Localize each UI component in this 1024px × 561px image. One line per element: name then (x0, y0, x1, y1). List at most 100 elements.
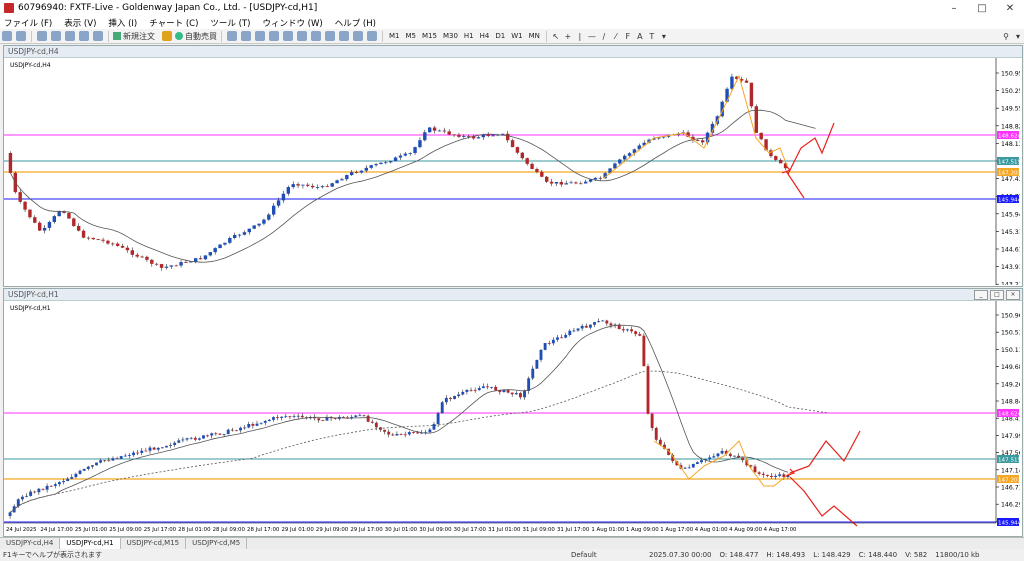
line-chart-icon[interactable] (255, 31, 265, 41)
auto-trading-label: 自動売買 (185, 31, 217, 41)
minimize-icon[interactable]: – (940, 0, 968, 16)
market-watch-icon[interactable] (37, 31, 47, 41)
menu-tools[interactable]: ツール (T) (210, 17, 250, 29)
candle-body (638, 334, 642, 336)
candle-body (423, 132, 427, 141)
candle-body (96, 239, 100, 241)
text-icon[interactable]: A (635, 31, 645, 42)
terminal-icon[interactable] (79, 31, 89, 41)
trendline-icon[interactable]: ∕ (599, 31, 609, 42)
candle-body (549, 181, 554, 184)
status-low: L: 148.429 (813, 551, 851, 559)
arrows-icon[interactable]: ▾ (659, 31, 669, 42)
horizontal-line-icon[interactable]: — (587, 31, 597, 42)
candle-body (272, 417, 275, 420)
auto-scroll-icon[interactable] (311, 31, 321, 41)
indicators-icon[interactable] (339, 31, 349, 41)
search-icon[interactable]: ⚲ (1001, 31, 1011, 42)
periods-icon[interactable] (353, 31, 363, 41)
menu-view[interactable]: 表示 (V) (64, 17, 96, 29)
zoom-in-icon[interactable] (269, 31, 279, 41)
channel-icon[interactable]: ⁄ (611, 31, 621, 42)
timeframe-h1[interactable]: H1 (461, 32, 477, 40)
candle-body (403, 153, 408, 156)
menu-help[interactable]: ヘルプ (H) (335, 17, 376, 29)
candle-body (210, 433, 214, 436)
candle-body (708, 457, 712, 460)
new-chart-icon[interactable] (2, 31, 12, 41)
cursor-icon[interactable]: ↖ (551, 31, 561, 42)
menu-window[interactable]: ウィンドウ (W) (262, 17, 322, 29)
chart-symbol-label: USDJPY-cd,H1 (10, 305, 51, 312)
price-tick-label: 147.990 (1001, 433, 1020, 440)
timeframe-m15[interactable]: M15 (419, 32, 440, 40)
usdjpy-h4-chart[interactable]: 150.950 150.250 149.550 148.820 148.130 147.5… (4, 58, 1020, 285)
candle-body (384, 162, 388, 164)
candle-body (28, 209, 32, 218)
profiles-icon[interactable] (16, 31, 26, 41)
navigator-icon[interactable] (65, 31, 75, 41)
candle-body (556, 337, 559, 340)
close-icon[interactable]: ✕ (996, 0, 1024, 16)
menu-file[interactable]: ファイル (F) (4, 17, 52, 29)
chart-shift-icon[interactable] (325, 31, 335, 41)
label-icon[interactable]: T (647, 31, 657, 42)
fibonacci-icon[interactable]: F (623, 31, 633, 42)
timeframe-m30[interactable]: M30 (440, 32, 461, 40)
menu-insert[interactable]: 挿入 (I) (108, 17, 137, 29)
menu-chart[interactable]: チャート (C) (149, 17, 198, 29)
zigzag-line (603, 74, 789, 179)
candle-body (140, 256, 144, 258)
candle-body (383, 429, 387, 432)
candle-body (340, 179, 344, 181)
timeframe-h4[interactable]: H4 (477, 32, 493, 40)
tester-icon[interactable] (93, 31, 103, 41)
zoom-out-icon[interactable] (283, 31, 293, 41)
candle-body (564, 183, 568, 185)
timeframe-mn[interactable]: MN (526, 32, 543, 40)
crosshair-icon[interactable]: + (563, 31, 573, 42)
data-window-icon[interactable] (51, 31, 61, 41)
candle-body (618, 159, 622, 164)
candle-body (712, 456, 716, 458)
new-order-button[interactable]: 新規注文 (113, 31, 155, 42)
candlestick-icon[interactable] (241, 31, 251, 41)
candle-body (531, 368, 535, 379)
maximize-icon[interactable]: □ (968, 0, 996, 16)
bar-chart-icon[interactable] (227, 31, 237, 41)
usdjpy-h1-chart[interactable]: 150.960 150.530 150.110 149.680 149.260 148.8… (4, 301, 1020, 535)
candle-body (242, 232, 247, 235)
candle-body (174, 265, 178, 267)
price-tick-label: 148.820 (1001, 123, 1020, 130)
price-tick-label: 144.610 (1001, 247, 1020, 254)
candle-body (271, 205, 276, 215)
candle-body (281, 193, 286, 201)
close-icon[interactable]: × (1006, 289, 1020, 300)
candle-body (732, 455, 736, 457)
candle-body (584, 325, 588, 328)
candle-body (218, 244, 222, 249)
candle-body (725, 88, 729, 102)
auto-trading-button[interactable]: 自動売買 (175, 31, 217, 42)
timeframe-w1[interactable]: W1 (508, 32, 525, 40)
metaeditor-icon[interactable] (162, 31, 172, 41)
tile-windows-icon[interactable] (297, 31, 307, 41)
candle-body (23, 201, 27, 210)
candle-body (753, 466, 757, 473)
search-options-icon[interactable]: ▾ (1013, 31, 1023, 42)
candle-body (127, 455, 131, 456)
minimize-icon[interactable]: _ (974, 289, 988, 300)
restore-icon[interactable]: □ (990, 289, 1004, 300)
candle-body (76, 225, 81, 231)
candle-body (20, 496, 24, 500)
timeframe-d1[interactable]: D1 (492, 32, 508, 40)
candle-body (243, 427, 247, 429)
candle-body (81, 230, 86, 238)
vertical-line-icon[interactable]: | (575, 31, 585, 42)
time-tick-label: 1 Aug 01:00 (591, 527, 624, 533)
candle-body (391, 434, 395, 436)
templates-icon[interactable] (367, 31, 377, 41)
timeframe-m5[interactable]: M5 (403, 32, 420, 40)
timeframe-m1[interactable]: M1 (386, 32, 403, 40)
toolbar: 新規注文 自動売買 M1 M5 M15 M30 H1 H4 D1 W1 MN ↖… (0, 29, 1024, 44)
